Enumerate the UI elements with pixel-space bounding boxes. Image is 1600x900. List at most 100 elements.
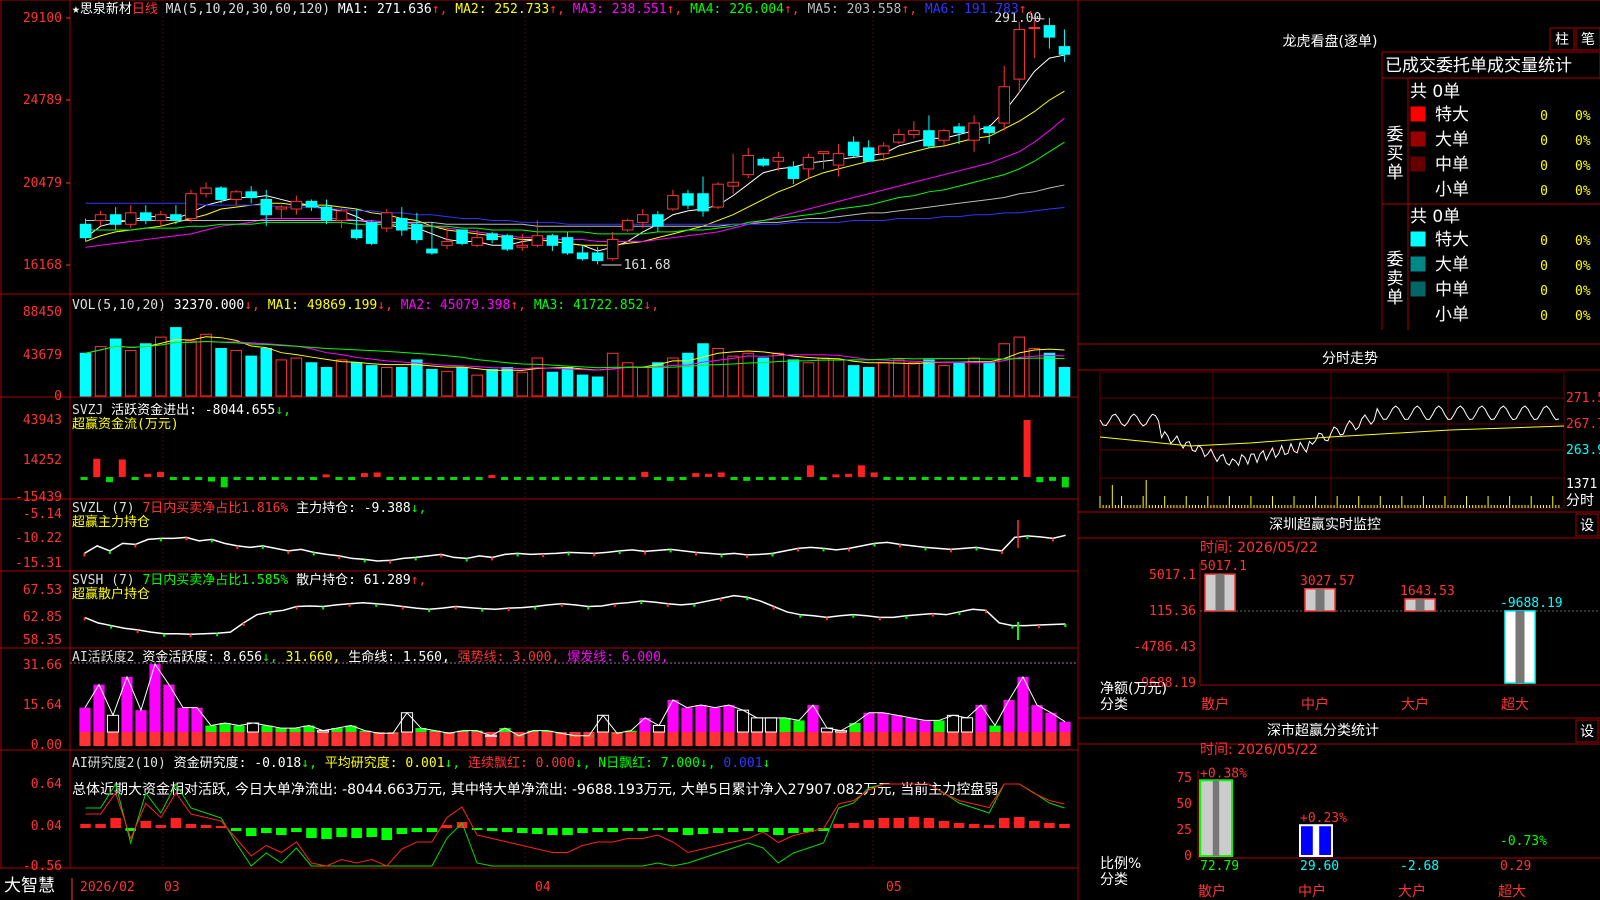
buy-row-count: 0	[1540, 134, 1548, 149]
svzj-bar	[1023, 420, 1031, 477]
volume-tick-label: 43679	[23, 348, 62, 363]
ai2-bar	[1059, 824, 1070, 828]
ai1-base-bar	[1003, 732, 1015, 746]
candle	[140, 205, 152, 225]
svzj-bar	[717, 472, 725, 477]
volume-bar	[923, 359, 935, 397]
svzj-bar	[233, 476, 241, 480]
volume-bar	[79, 352, 92, 397]
sell-total: 共 0单	[1410, 207, 1460, 227]
tab-label: 柱	[1555, 32, 1569, 48]
svsh-header: SVSH (7) 7日内买卖净占比1.585% 散户持仓: 61.289↑,	[72, 572, 426, 588]
ai1-base-bar	[989, 732, 1001, 746]
ai2-bar	[562, 828, 573, 835]
ai2-bar	[381, 828, 393, 840]
candle	[621, 218, 634, 232]
stat-title: 深市超赢分类统计	[1267, 722, 1379, 739]
ai2-bar	[773, 828, 784, 835]
ai2-bar	[336, 828, 347, 837]
ai2-bar	[441, 825, 453, 828]
stat-top-label: +0.23%	[1300, 811, 1347, 826]
monitor-time: 时间: 2026/05/22	[1200, 540, 1318, 556]
ai1-base-bar	[919, 732, 931, 746]
ai1-base-bar	[709, 732, 721, 746]
candle	[486, 231, 498, 244]
ai1-base-bar	[667, 732, 679, 746]
ai1-bar	[1031, 705, 1043, 732]
candle	[411, 212, 423, 244]
volume-tick-label: 0	[54, 389, 62, 404]
buy-row-swatch	[1410, 181, 1426, 197]
candle	[998, 65, 1010, 131]
monitor-bar-label: -9688.19	[1500, 596, 1563, 611]
ai1-bar	[750, 717, 764, 733]
intraday-label: 分时	[1566, 493, 1594, 509]
svzj-bar	[959, 476, 967, 480]
price-tick-label: 24789	[23, 93, 62, 108]
ai2-bar	[140, 821, 152, 828]
svzj-header: SVZJ 活跃资金进出: -8044.655↓,	[72, 402, 291, 418]
stat-cat: 散户	[1198, 883, 1226, 900]
svzj-bar	[220, 476, 228, 488]
ai1-base-bar	[415, 732, 427, 746]
ma-line-ma6	[85, 202, 1065, 225]
candle	[652, 210, 664, 232]
ai1-bar	[946, 714, 960, 733]
svzj-bar	[488, 475, 496, 479]
ai1-base-bar	[933, 732, 945, 746]
intraday-tick: 271.5	[1566, 391, 1600, 406]
volume-bar	[727, 355, 739, 397]
monitor-bar-0	[1204, 573, 1236, 612]
ma-line-ma1	[85, 54, 1065, 252]
ai1-base-bar	[163, 732, 175, 746]
ai2-bar	[426, 828, 438, 832]
ai1-base-bar	[289, 732, 301, 746]
candle	[305, 199, 318, 211]
sell-row-name: 特大	[1435, 230, 1469, 250]
ai2-bar	[291, 828, 302, 832]
candle	[968, 115, 980, 152]
candle	[832, 144, 845, 177]
buy-total: 共 0单	[1410, 82, 1460, 102]
ai2-bar	[938, 821, 950, 828]
ai1-base-bar	[541, 732, 553, 746]
ai2-bar	[1044, 823, 1055, 828]
sell-row-swatch	[1410, 256, 1426, 272]
volume-bar	[667, 357, 679, 397]
svzj-bar	[1010, 476, 1018, 480]
buy-row-swatch	[1410, 106, 1426, 122]
ai1-base-bar	[135, 732, 147, 746]
volume-bar	[817, 357, 830, 397]
ai1-bar	[905, 717, 917, 732]
candle	[727, 153, 739, 194]
volume-bar	[215, 348, 227, 397]
svzj-bar	[297, 476, 305, 480]
ai1-base-bar	[107, 732, 119, 746]
ai2-header: AI研究度2(10) 资金研究度: -0.018↓, 平均研究度: 0.001↓…	[72, 755, 770, 771]
ai1-bar	[1059, 721, 1071, 732]
date-label: 03	[164, 880, 180, 895]
ai2-bar	[411, 828, 423, 832]
volume-bar	[260, 348, 273, 397]
svzj-bar	[947, 476, 955, 480]
ai2-bar	[788, 828, 799, 833]
ai2-bar	[998, 818, 1010, 828]
ai1-base-bar	[429, 732, 441, 746]
ai2-bar	[923, 818, 935, 828]
stat-bottom-label: 72.79	[1200, 859, 1239, 874]
svzj-bar	[1061, 476, 1069, 488]
stock-chart-canvas[interactable]: 29100247892047916168291.00161.68★思泉新材日线 …	[0, 0, 1600, 900]
ai1-base-bar	[905, 732, 917, 746]
volume-bar	[350, 362, 363, 397]
volume-bar	[94, 346, 107, 397]
svzj-bar	[679, 476, 687, 480]
volume-bar	[938, 365, 950, 397]
sell-row-name: 中单	[1435, 280, 1469, 300]
ai1-bar	[652, 725, 666, 733]
svzj-bar	[628, 476, 636, 480]
ai1-base-bar	[247, 732, 259, 746]
svzj-bar	[182, 476, 190, 480]
ai2-bar	[682, 828, 694, 835]
svzj-bar	[934, 476, 942, 480]
svzj-bar	[730, 476, 738, 480]
